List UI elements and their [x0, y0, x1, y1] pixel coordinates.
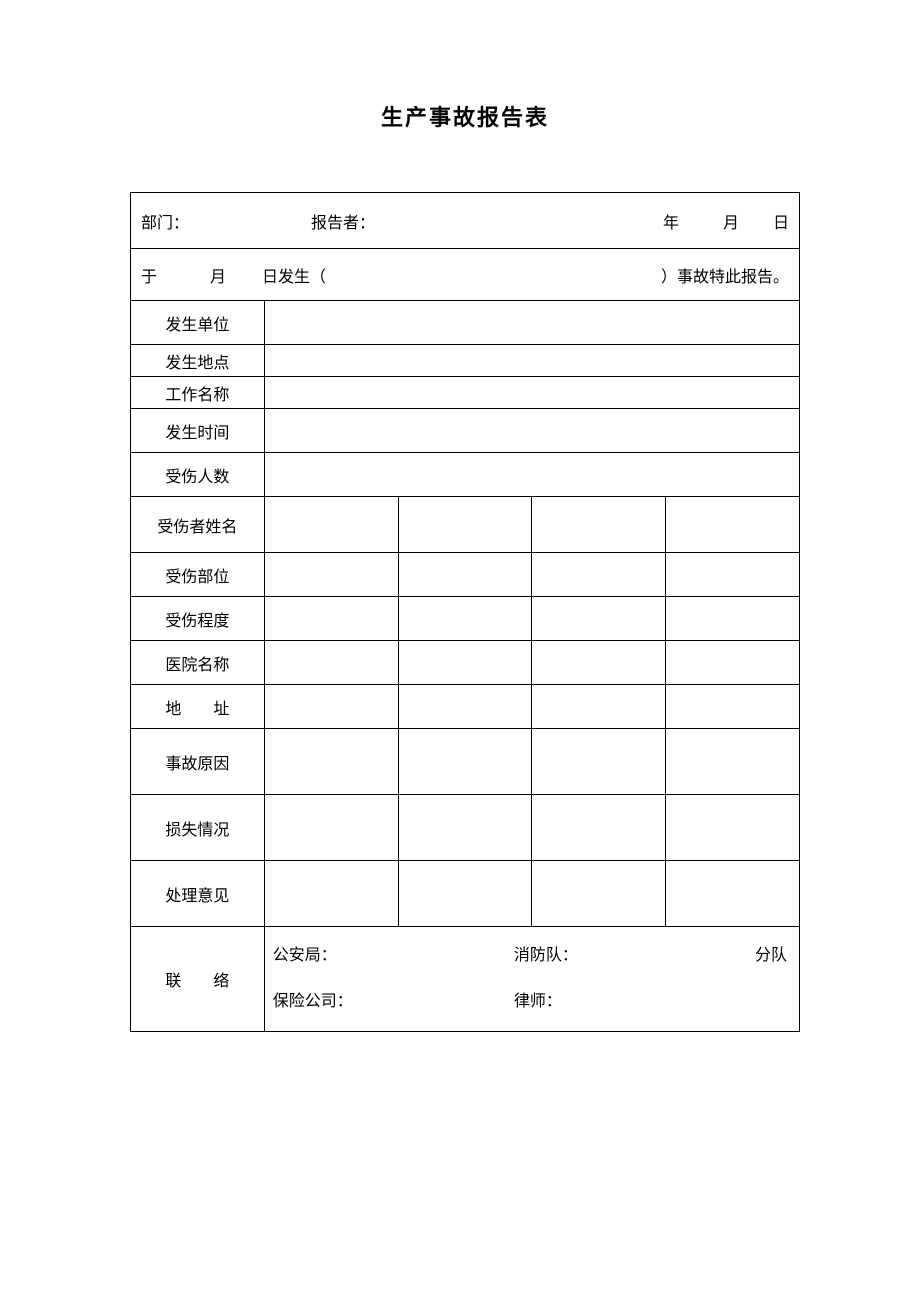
value-hospital-1 [264, 641, 398, 685]
contact-blank [755, 987, 787, 1011]
value-hospital-2 [398, 641, 532, 685]
label-hospital: 医院名称 [131, 641, 265, 685]
contact-squad: 分队 [755, 941, 787, 965]
label-time: 发生时间 [131, 409, 265, 453]
label-opinion: 处理意见 [131, 861, 265, 927]
value-loss-3 [532, 795, 666, 861]
value-injured-name-3 [532, 497, 666, 553]
row-contact: 联 络 公安局： 消防队： 分队 保险公司： 律师： [131, 927, 800, 1032]
value-injured-part-3 [532, 553, 666, 597]
label-contact: 联 络 [131, 927, 265, 1032]
contact-fire: 消防队： [514, 941, 755, 965]
row-opinion: 处理意见 [131, 861, 800, 927]
value-injured-name-1 [264, 497, 398, 553]
label-loss: 损失情况 [131, 795, 265, 861]
row-injured-name: 受伤者姓名 [131, 497, 800, 553]
value-unit [264, 301, 799, 345]
label-injured-count: 受伤人数 [131, 453, 265, 497]
sentence-part1: 于 [141, 263, 171, 287]
sentence-row: 于 月 日发生（ ）事故特此报告。 [131, 249, 800, 301]
value-injured-part-4 [666, 553, 800, 597]
label-location: 发生地点 [131, 345, 265, 377]
contact-lawyer: 律师： [514, 987, 755, 1011]
row-location: 发生地点 [131, 345, 800, 377]
value-address-4 [666, 685, 800, 729]
row-address: 地 址 [131, 685, 800, 729]
year-label: 年 [599, 209, 679, 233]
contact-police: 公安局： [273, 941, 514, 965]
value-cause-4 [666, 729, 800, 795]
month-label: 月 [679, 209, 739, 233]
sentence-part4: ）事故特此报告。 [326, 263, 789, 287]
value-loss-4 [666, 795, 800, 861]
label-cause: 事故原因 [131, 729, 265, 795]
row-hospital: 医院名称 [131, 641, 800, 685]
value-cause-3 [532, 729, 666, 795]
row-unit: 发生单位 [131, 301, 800, 345]
row-injured-count: 受伤人数 [131, 453, 800, 497]
contact-insurance: 保险公司： [273, 987, 514, 1011]
row-loss: 损失情况 [131, 795, 800, 861]
label-address: 地 址 [131, 685, 265, 729]
value-time [264, 409, 799, 453]
value-opinion-4 [666, 861, 800, 927]
value-injured-part-1 [264, 553, 398, 597]
dept-label: 部门： [141, 209, 311, 233]
label-unit: 发生单位 [131, 301, 265, 345]
label-injured-part: 受伤部位 [131, 553, 265, 597]
value-injury-degree-2 [398, 597, 532, 641]
value-location [264, 345, 799, 377]
row-injury-degree: 受伤程度 [131, 597, 800, 641]
value-injured-count [264, 453, 799, 497]
value-loss-2 [398, 795, 532, 861]
label-work-name: 工作名称 [131, 377, 265, 409]
header-row: 部门： 报告者： 年 月 日 [131, 193, 800, 249]
value-address-2 [398, 685, 532, 729]
sentence-part2: 月 [171, 263, 226, 287]
document-title: 生产事故报告表 [130, 100, 800, 132]
value-hospital-3 [532, 641, 666, 685]
sentence-part3: 日发生（ [226, 263, 326, 287]
value-work-name [264, 377, 799, 409]
value-hospital-4 [666, 641, 800, 685]
value-loss-1 [264, 795, 398, 861]
row-time: 发生时间 [131, 409, 800, 453]
value-opinion-1 [264, 861, 398, 927]
value-contact: 公安局： 消防队： 分队 保险公司： 律师： [264, 927, 799, 1032]
value-injured-name-2 [398, 497, 532, 553]
value-cause-1 [264, 729, 398, 795]
label-injured-name: 受伤者姓名 [131, 497, 265, 553]
value-cause-2 [398, 729, 532, 795]
row-work-name: 工作名称 [131, 377, 800, 409]
value-injured-name-4 [666, 497, 800, 553]
day-label: 日 [739, 209, 789, 233]
value-injury-degree-4 [666, 597, 800, 641]
value-address-1 [264, 685, 398, 729]
value-injured-part-2 [398, 553, 532, 597]
value-address-3 [532, 685, 666, 729]
label-injury-degree: 受伤程度 [131, 597, 265, 641]
value-opinion-2 [398, 861, 532, 927]
row-injured-part: 受伤部位 [131, 553, 800, 597]
value-injury-degree-3 [532, 597, 666, 641]
reporter-label: 报告者： [311, 209, 599, 233]
value-injury-degree-1 [264, 597, 398, 641]
report-table: 部门： 报告者： 年 月 日 于 月 日发生（ ）事故特此报告。 发生单位 发生… [130, 192, 800, 1032]
row-cause: 事故原因 [131, 729, 800, 795]
value-opinion-3 [532, 861, 666, 927]
